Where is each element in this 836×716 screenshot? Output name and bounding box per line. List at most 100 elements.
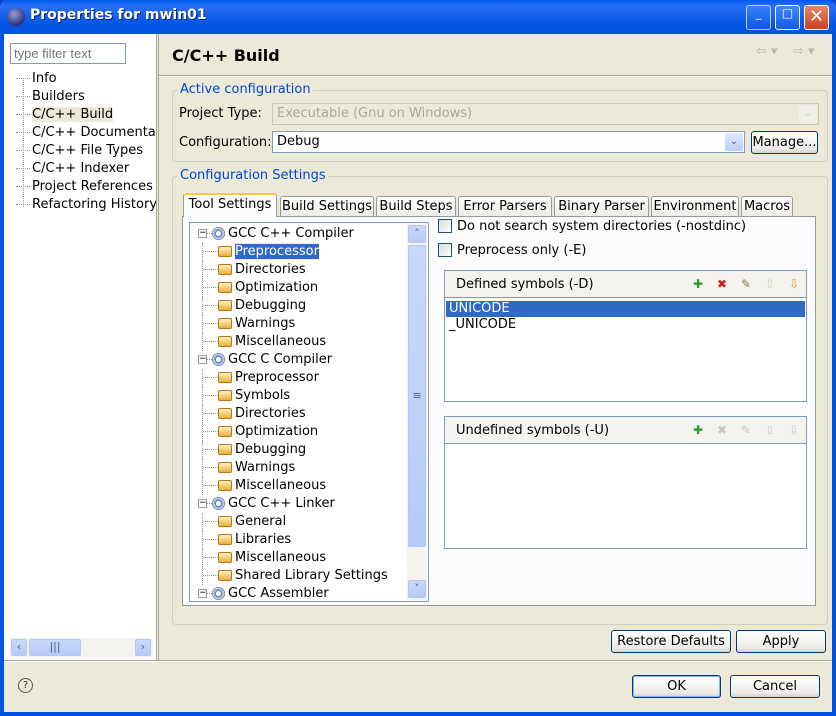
tree-option-category[interactable]: Warnings [190,315,428,333]
add-icon[interactable]: ✚ [690,276,706,292]
tool-tree[interactable]: − GCC C++ Compiler Preprocessor Directories… [189,222,429,602]
nav-item-label: Refactoring History [32,197,156,212]
tree-option-category[interactable]: Symbols [190,387,428,405]
tree-option-category[interactable]: Optimization [190,279,428,297]
tab-environment[interactable]: Environment [651,196,739,217]
delete-icon[interactable]: ✖ [714,276,730,292]
edit-icon[interactable]: ✎ [738,276,754,292]
chevron-down-icon[interactable]: ⌄ [725,133,743,151]
nav-item[interactable]: Refactoring History [16,196,156,214]
scroll-left-button[interactable]: ‹ [11,639,27,656]
tool-icon [212,497,225,510]
tree-option-category[interactable]: General [190,513,428,531]
collapse-icon[interactable]: − [198,355,207,364]
move-down-icon[interactable]: ⇩ [786,422,802,438]
tab-binary-parser[interactable]: Binary Parser [554,196,649,217]
tree-option-category[interactable]: Optimization [190,423,428,441]
edit-icon[interactable]: ✎ [738,422,754,438]
tab-tool-settings[interactable]: Tool Settings [183,193,277,217]
back-button[interactable]: ⇦ ▾ [756,44,778,59]
restore-defaults-button[interactable]: Restore Defaults [611,630,731,653]
tree-option-label: Debugging [235,298,307,313]
defined-symbols-panel: Defined symbols (-D) ✚ ✖ ✎ ⇧ ⇩ UNICODE _U… [444,270,807,402]
close-button[interactable]: ✕ [804,5,829,30]
help-icon[interactable]: ? [18,678,33,693]
move-up-icon[interactable]: ⇧ [762,422,778,438]
defined-symbol-item[interactable]: _UNICODE [446,317,805,333]
tab-build-steps[interactable]: Build Steps [376,196,456,217]
configuration-combo[interactable]: Debug ⌄ [272,131,745,153]
minimize-button[interactable]: _ [746,5,771,30]
option-category-icon [218,408,232,419]
project-type-combo: Executable (Gnu on Windows) ⌄ [272,103,819,125]
scroll-down-button[interactable]: ˅ [408,580,426,598]
delete-icon[interactable]: ✖ [714,422,730,438]
forward-button[interactable]: ⇨ ▾ [793,44,815,59]
tree-option-category[interactable]: Directories [190,261,428,279]
tree-option-category[interactable]: Miscellaneous [190,333,428,351]
scroll-right-button[interactable]: › [135,639,151,656]
page-title: C/C++ Build [172,46,280,65]
tree-option-label: Optimization [235,424,319,439]
tab-macros[interactable]: Macros [741,196,793,217]
active-configuration-title: Active configuration [178,82,313,97]
tab-error-parsers[interactable]: Error Parsers [458,196,552,217]
tree-option-label: Warnings [235,460,296,475]
tree-option-category[interactable]: Debugging [190,297,428,315]
tree-tool[interactable]: − GCC C++ Linker [190,495,428,513]
eclipse-logo-icon [7,8,25,26]
manage-button[interactable]: Manage... [751,131,818,154]
tree-option-category[interactable]: Debugging [190,441,428,459]
undefined-symbols-panel: Undefined symbols (-U) ✚ ✖ ✎ ⇧ ⇩ [444,416,807,549]
tree-option-category[interactable]: Miscellaneous [190,477,428,495]
nav-horizontal-scrollbar[interactable]: ‹ ||| › [10,638,153,657]
collapse-icon[interactable]: − [198,499,207,508]
tree-option-category[interactable]: Directories [190,405,428,423]
tree-option-category[interactable]: Warnings [190,459,428,477]
tab-build-settings[interactable]: Build Settings [280,196,374,217]
scroll-thumb[interactable]: ||| [29,639,81,656]
tree-option-category[interactable]: Preprocessor [190,369,428,387]
nav-item[interactable]: Project References [16,178,156,196]
tree-option-category[interactable]: Shared Library Settings [190,567,428,585]
nav-item[interactable]: C/C++ Build [16,106,156,124]
defined-symbol-item[interactable]: UNICODE [446,301,805,317]
defined-symbols-list[interactable]: UNICODE _UNICODE [445,298,806,333]
apply-button[interactable]: Apply [736,630,826,653]
tree-option-label: Miscellaneous [235,550,327,565]
tree-tool[interactable]: − GCC Assembler [190,585,428,601]
option-category-icon [218,336,232,347]
nav-item[interactable]: Builders [16,88,156,106]
tree-option-category[interactable]: Preprocessor [190,243,428,261]
move-up-icon[interactable]: ⇧ [762,276,778,292]
nav-item[interactable]: C/C++ Indexer [16,160,156,178]
preprocess-only-label: Preprocess only (-E) [457,243,587,258]
nav-item[interactable]: C/C++ File Types [16,142,156,160]
tree-tool[interactable]: − GCC C Compiler [190,351,428,369]
collapse-icon[interactable]: − [198,589,207,598]
tree-vertical-scrollbar[interactable]: ˄ ≡ ˅ [407,224,427,600]
cancel-button[interactable]: Cancel [730,675,820,698]
nav-item-label: C/C++ Build [32,107,114,122]
tree-option-category[interactable]: Libraries [190,531,428,549]
collapse-icon[interactable]: − [198,229,207,238]
option-category-icon [218,444,232,455]
nav-item-label: C/C++ Indexer [32,161,130,176]
move-down-icon[interactable]: ⇩ [786,276,802,292]
tree-option-label: Directories [235,406,306,421]
option-category-icon [218,552,232,563]
nostdinc-checkbox[interactable] [438,219,452,233]
add-icon[interactable]: ✚ [690,422,706,438]
scroll-thumb[interactable]: ≡ [408,245,426,547]
option-category-icon [218,480,232,491]
nav-item[interactable]: C/C++ Documentation [16,124,156,142]
tree-option-category[interactable]: Miscellaneous [190,549,428,567]
scroll-up-button[interactable]: ˄ [408,225,426,243]
option-category-icon [218,390,232,401]
nav-item[interactable]: Info [16,70,156,88]
maximize-button[interactable]: □ [775,5,800,30]
ok-button[interactable]: OK [632,675,721,698]
preprocess-only-checkbox[interactable] [438,243,452,257]
filter-input[interactable] [10,43,126,64]
tree-tool[interactable]: − GCC C++ Compiler [190,225,428,243]
